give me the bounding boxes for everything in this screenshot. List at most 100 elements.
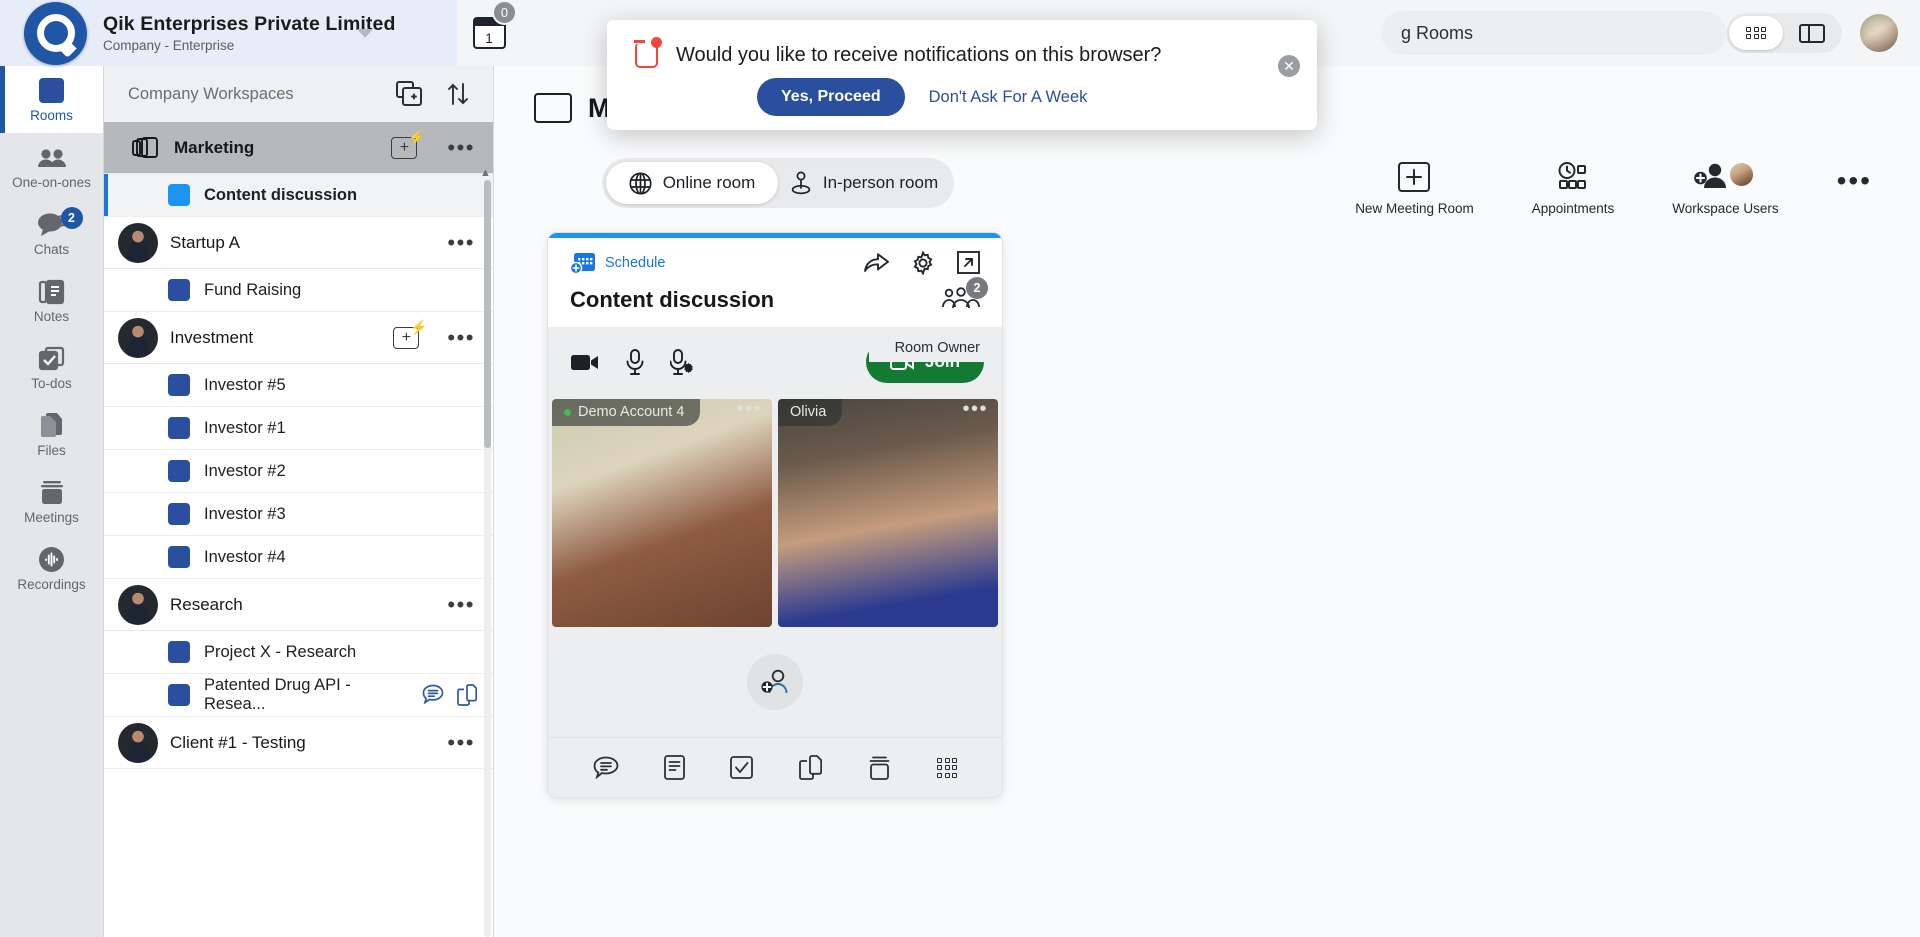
room-name: Content discussion [204,185,358,204]
grid-icon[interactable] [937,757,958,778]
workspace-group-research[interactable]: Research ••• [104,579,493,631]
close-icon[interactable]: ✕ [1278,55,1300,77]
gear-icon[interactable] [911,251,935,275]
calendar-badge: 0 [492,0,517,25]
rooms-icon [39,77,64,105]
search-input[interactable]: g Rooms [1381,11,1726,55]
workspace-scrollbar[interactable]: ▲ ▼ [480,167,491,937]
org-selector[interactable]: Qik Enterprises Private Limited Company … [0,0,457,66]
more-options-icon[interactable]: ••• [736,399,762,419]
workspace-group-startup-a[interactable]: Startup A ••• [104,217,493,269]
lightning-icon: ⚡ [409,318,428,335]
files-icon[interactable] [798,755,823,780]
dont-ask-for-a-week-button[interactable]: Don't Ask For A Week [929,88,1088,107]
room-item-investor-4[interactable]: Investor #4 [104,536,493,579]
room-item-patented-drug-api[interactable]: Patented Drug API - Resea... [104,674,493,717]
tab-online-room[interactable]: Online room [606,162,778,204]
schedule-calendar-icon [570,251,596,275]
participant-name-chip: Demo Account 4 [552,399,701,426]
sidebar-item-one-on-ones[interactable]: One-on-ones [0,133,103,200]
chat-icon[interactable] [422,684,444,706]
room-item-investor-3[interactable]: Investor #3 [104,493,493,536]
sidebar-item-rooms[interactable]: Rooms [0,66,103,133]
view-toggle[interactable] [1726,13,1842,53]
sidebar-item-files[interactable]: Files [0,401,103,468]
participant-name-chip: Olivia [778,399,843,426]
add-workspace-icon[interactable] [396,81,423,107]
workspace-users-button[interactable]: Workspace Users [1672,160,1779,216]
yes-proceed-button[interactable]: Yes, Proceed [757,78,905,116]
more-options-button[interactable]: ••• [1837,164,1872,198]
room-item-content-discussion[interactable]: Content discussion [104,174,493,217]
app-logo-icon [24,1,87,65]
add-room-button[interactable]: + ⚡ [393,319,427,349]
room-color-swatch [168,546,190,568]
room-item-investor-2[interactable]: Investor #2 [104,450,493,493]
participants-button[interactable]: 2 [942,277,988,313]
room-item-project-x[interactable]: Project X - Research [104,631,493,674]
org-subtitle: Company - Enterprise [103,38,235,53]
camera-icon[interactable] [570,352,600,372]
appointments-button[interactable]: Appointments [1532,160,1614,216]
participants-count: 2 [966,277,988,299]
meeting-room-card: Schedule Content discussion 2 Room Owner… [547,232,1003,798]
sidebar-item-meetings[interactable]: Meetings [0,468,103,535]
share-icon[interactable] [864,251,889,275]
more-options-icon[interactable]: ••• [962,399,988,419]
room-item-fund-raising[interactable]: Fund Raising [104,269,493,312]
room-item-investor-1[interactable]: Investor #1 [104,407,493,450]
notification-permission-dialog: Would you like to receive notifications … [607,20,1317,130]
room-title: Content discussion [570,287,775,312]
grid-view-button[interactable] [1729,16,1783,50]
workspace-group-menu[interactable]: ••• [447,326,475,348]
sidebar-item-chats[interactable]: 2 Chats [0,200,103,267]
scrollbar-thumb[interactable] [484,180,491,448]
add-room-button[interactable]: + ⚡ [391,129,425,159]
add-participant-zone [548,627,1002,737]
card-footer-toolbar [548,737,1002,797]
room-item-investor-5[interactable]: Investor #5 [104,364,493,407]
room-name: Investor #1 [204,418,286,437]
sidebar-item-notes[interactable]: Notes [0,267,103,334]
avatar[interactable] [1860,14,1898,52]
participant-tile-demo-account-4[interactable]: Demo Account 4 ••• [552,399,772,627]
avatar [118,584,158,625]
schedule-button[interactable]: Schedule [570,251,864,275]
microphone-settings-icon[interactable] [670,349,694,375]
scroll-up-arrow[interactable]: ▲ [480,167,491,179]
workspace-list-title: Company Workspaces [128,84,294,103]
grid-view-icon [1746,26,1766,40]
microphone-icon[interactable] [626,349,644,375]
open-external-icon[interactable] [957,251,980,275]
sidebar-item-to-dos[interactable]: To-dos [0,334,103,401]
workspace-group-menu[interactable]: ••• [447,731,475,753]
sort-icon[interactable] [447,82,469,106]
workspace-group-menu[interactable]: ••• [447,231,475,253]
action-label: New Meeting Room [1355,201,1474,216]
participant-tiles: Demo Account 4 ••• Olivia ••• [548,399,1002,627]
sidebar-item-recordings[interactable]: Recordings [0,535,103,602]
sidebar-item-label: Rooms [30,107,73,123]
tab-label: In-person room [822,173,939,192]
new-meeting-room-button[interactable]: New Meeting Room [1355,160,1474,216]
workspace-group-investment[interactable]: Investment + ⚡ ••• [104,312,493,364]
files-icon[interactable] [456,684,477,706]
todos-icon[interactable] [729,756,753,779]
workspace-group-menu[interactable]: ••• [447,593,475,615]
room-color-swatch [168,417,190,439]
split-pane-view-icon [1799,23,1825,43]
meetings-icon[interactable] [867,756,892,780]
chat-icon[interactable] [593,756,619,779]
pane-view-button[interactable] [1785,16,1839,50]
add-user-button[interactable] [747,654,803,710]
workspace-group-menu[interactable]: ••• [447,136,475,158]
calendar-button[interactable]: 1 0 [457,0,521,66]
more-options-icon: ••• [1836,165,1872,196]
chevron-down-icon[interactable] [357,29,373,38]
notes-icon[interactable] [663,755,685,780]
sidebar-item-label: Recordings [17,576,86,592]
workspace-group-client-1-testing[interactable]: Client #1 - Testing ••• [104,717,493,769]
tab-in-person-room[interactable]: In-person room [778,162,950,204]
participant-tile-olivia[interactable]: Olivia ••• [778,399,998,627]
workspace-group-marketing[interactable]: Marketing + ⚡ ••• [104,122,493,174]
